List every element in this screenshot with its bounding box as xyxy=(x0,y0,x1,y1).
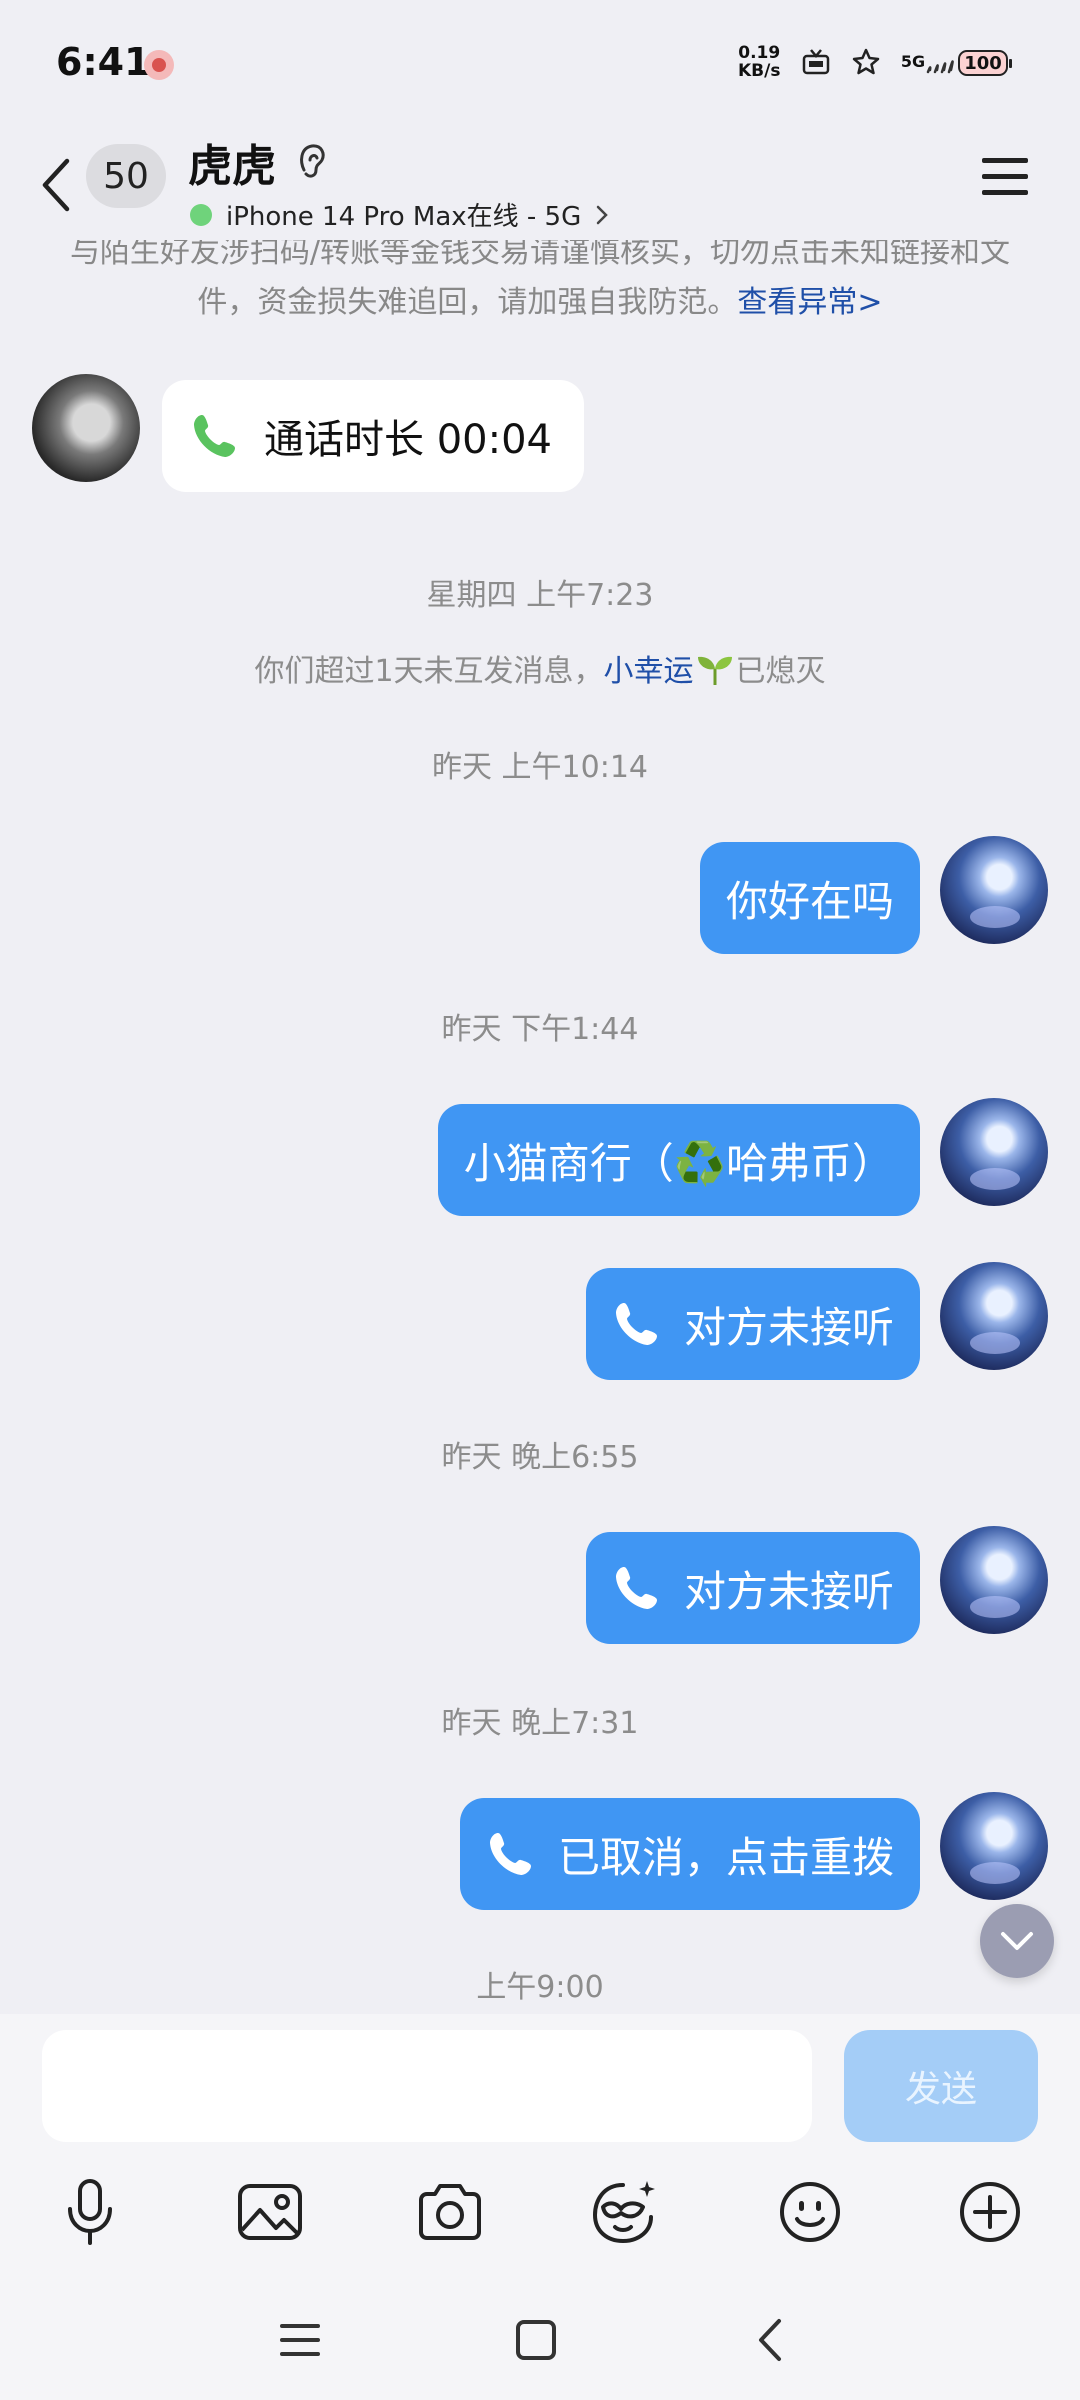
network-speed-unit: KB/s xyxy=(738,61,781,81)
timestamp: 上午9:00 xyxy=(476,1970,604,2005)
streak-link[interactable]: 小幸运 xyxy=(604,654,694,689)
chevron-right-icon xyxy=(597,205,609,224)
my-avatar[interactable] xyxy=(940,836,1048,944)
missed-call-bubble[interactable]: 对方未接听 xyxy=(585,1268,920,1380)
outgoing-message[interactable]: 小猫商行（♻️哈弗币） xyxy=(437,1104,920,1216)
camera-button[interactable] xyxy=(408,2170,492,2254)
message-text: 小猫商行（♻️哈弗币） xyxy=(463,1138,894,1188)
emoji-icon xyxy=(780,2182,840,2242)
image-icon xyxy=(238,2184,302,2240)
input-toolbar xyxy=(0,2170,1080,2270)
security-warning: 与陌生好友涉扫码/转账等金钱交易请谨慎核实，切勿点击未知链接和文件，资金损失难追… xyxy=(50,228,1030,328)
contact-avatar[interactable] xyxy=(32,374,140,482)
system-back-button[interactable] xyxy=(730,2300,810,2380)
call-duration-bubble[interactable]: 通话时长 00:04 xyxy=(162,380,584,492)
call-status-text: 已取消，点击重拨 xyxy=(557,1832,894,1882)
call-duration-text: 通话时长 00:04 xyxy=(264,417,552,463)
view-anomaly-link[interactable]: 查看异常> xyxy=(737,285,882,320)
voice-button[interactable] xyxy=(48,2170,132,2254)
online-dot xyxy=(190,203,212,226)
send-button[interactable]: 发送 xyxy=(844,2030,1038,2142)
menu-lines-icon xyxy=(280,2324,320,2356)
signal-label: 5G xyxy=(900,52,926,71)
cancelled-call-bubble[interactable]: 已取消，点击重拨 xyxy=(459,1798,920,1910)
face-mask-icon xyxy=(592,2181,655,2244)
battery-indicator: 100 xyxy=(958,50,1012,76)
network-speed: 0.19 KB/s xyxy=(738,44,780,80)
timestamp: 昨天 下午1:44 xyxy=(441,1012,639,1047)
timestamp: 星期四 上午7:23 xyxy=(426,578,654,613)
unread-count-badge[interactable]: 50 xyxy=(86,144,166,208)
more-button[interactable] xyxy=(948,2170,1032,2254)
my-avatar[interactable] xyxy=(940,1526,1048,1634)
phone-icon xyxy=(489,1833,531,1875)
message-input[interactable] xyxy=(42,2030,812,2142)
plus-icon xyxy=(960,2182,1020,2242)
missed-call-bubble[interactable]: 对方未接听 xyxy=(585,1532,920,1644)
scroll-to-bottom-button[interactable] xyxy=(980,1904,1054,1978)
call-status-text: 对方未接听 xyxy=(683,1566,894,1616)
recording-icon xyxy=(144,50,174,80)
recents-button[interactable] xyxy=(260,2300,340,2380)
system-message-prefix: 你们超过1天未互发消息， xyxy=(254,654,604,689)
microphone-icon xyxy=(68,2179,112,2245)
back-button[interactable] xyxy=(30,150,80,220)
home-button[interactable] xyxy=(496,2300,576,2380)
effects-button[interactable] xyxy=(584,2170,668,2254)
menu-button[interactable] xyxy=(978,152,1032,202)
status-bar: 6:41 0.19 KB/s 5G 100 xyxy=(0,0,1080,130)
my-avatar[interactable] xyxy=(940,1098,1048,1206)
status-icons: 5G xyxy=(798,44,958,80)
sprout-icon xyxy=(697,656,732,685)
my-avatar[interactable] xyxy=(940,1262,1048,1370)
contact-name[interactable]: 虎虎 xyxy=(188,130,276,194)
chevron-down-icon xyxy=(1001,1932,1033,1950)
star-icon xyxy=(848,44,884,80)
call-status-text: 对方未接听 xyxy=(683,1302,894,1352)
cellular-signal-icon: 5G xyxy=(898,44,958,80)
system-message: 你们超过1天未互发消息，小幸运 已熄灭 xyxy=(0,646,1080,690)
phone-icon xyxy=(194,415,235,457)
timestamp: 昨天 晚上7:31 xyxy=(441,1706,639,1741)
system-nav-bar xyxy=(0,2280,1080,2400)
online-status[interactable]: iPhone 14 Pro Max在线 - 5G xyxy=(190,196,609,233)
photo-button[interactable] xyxy=(228,2170,312,2254)
timestamp: 昨天 晚上6:55 xyxy=(441,1440,639,1475)
network-speed-value: 0.19 xyxy=(738,43,781,63)
message-text: 你好在吗 xyxy=(725,876,894,926)
online-status-text: iPhone 14 Pro Max在线 - 5G xyxy=(226,202,582,232)
my-avatar[interactable] xyxy=(940,1792,1048,1900)
chevron-left-icon xyxy=(759,2319,781,2361)
square-icon xyxy=(516,2320,556,2360)
chevron-left-icon xyxy=(42,158,70,212)
chat-header: 50 虎虎 iPhone 14 Pro Max在线 - 5G xyxy=(0,130,1080,240)
system-message-suffix: 已熄灭 xyxy=(735,654,826,689)
phone-icon xyxy=(615,1567,657,1609)
camera-icon xyxy=(419,2184,481,2240)
ear-icon[interactable] xyxy=(292,140,332,184)
status-time: 6:41 xyxy=(56,40,151,84)
phone-icon xyxy=(615,1303,657,1345)
outgoing-message[interactable]: 你好在吗 xyxy=(699,842,920,954)
emoji-button[interactable] xyxy=(768,2170,852,2254)
tv-icon xyxy=(798,44,834,80)
timestamp: 昨天 上午10:14 xyxy=(432,750,648,785)
